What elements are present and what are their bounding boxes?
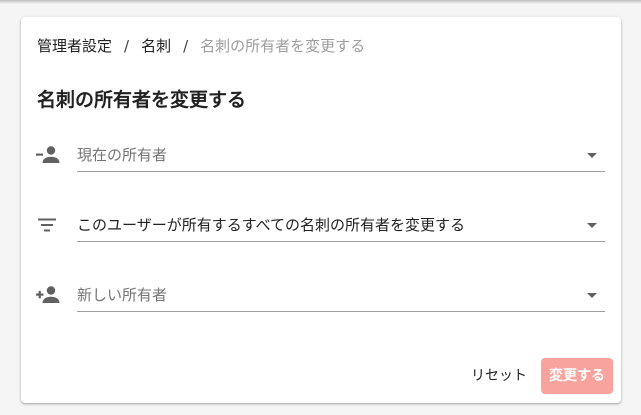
chevron-down-icon	[587, 223, 597, 228]
chevron-down-icon	[587, 153, 597, 158]
current-owner-select[interactable]: 現在の所有者	[77, 139, 605, 172]
topbar-shadow	[0, 0, 641, 4]
reset-button[interactable]: リセット	[463, 358, 535, 394]
breadcrumb-separator: /	[124, 37, 130, 55]
filter-list-icon	[35, 212, 61, 238]
breadcrumb-separator: /	[183, 37, 189, 55]
breadcrumb: 管理者設定 / 名刺 / 名刺の所有者を変更する	[37, 36, 365, 56]
new-owner-row: 新しい所有者	[35, 279, 605, 312]
current-owner-row: 現在の所有者	[35, 139, 605, 172]
scope-selected-value: このユーザーが所有するすべての名刺の所有者を変更する	[77, 216, 466, 234]
scope-select[interactable]: このユーザーが所有するすべての名刺の所有者を変更する	[77, 209, 605, 242]
new-owner-placeholder: 新しい所有者	[77, 286, 168, 304]
breadcrumb-admin-settings[interactable]: 管理者設定	[37, 37, 112, 55]
new-owner-select[interactable]: 新しい所有者	[77, 279, 605, 312]
form-actions: リセット 変更する	[463, 358, 613, 394]
person-remove-icon	[35, 142, 61, 168]
breadcrumb-current: 名刺の所有者を変更する	[200, 37, 366, 55]
change-owner-button[interactable]: 変更する	[541, 358, 613, 394]
chevron-down-icon	[587, 293, 597, 298]
current-owner-placeholder: 現在の所有者	[77, 146, 168, 164]
breadcrumb-business-cards[interactable]: 名刺	[141, 37, 171, 55]
change-owner-card: 管理者設定 / 名刺 / 名刺の所有者を変更する 名刺の所有者を変更する 現在の所有者 …	[21, 17, 621, 403]
scope-row: このユーザーが所有するすべての名刺の所有者を変更する	[35, 209, 605, 242]
page-title: 名刺の所有者を変更する	[37, 89, 247, 111]
person-add-icon	[35, 282, 61, 308]
